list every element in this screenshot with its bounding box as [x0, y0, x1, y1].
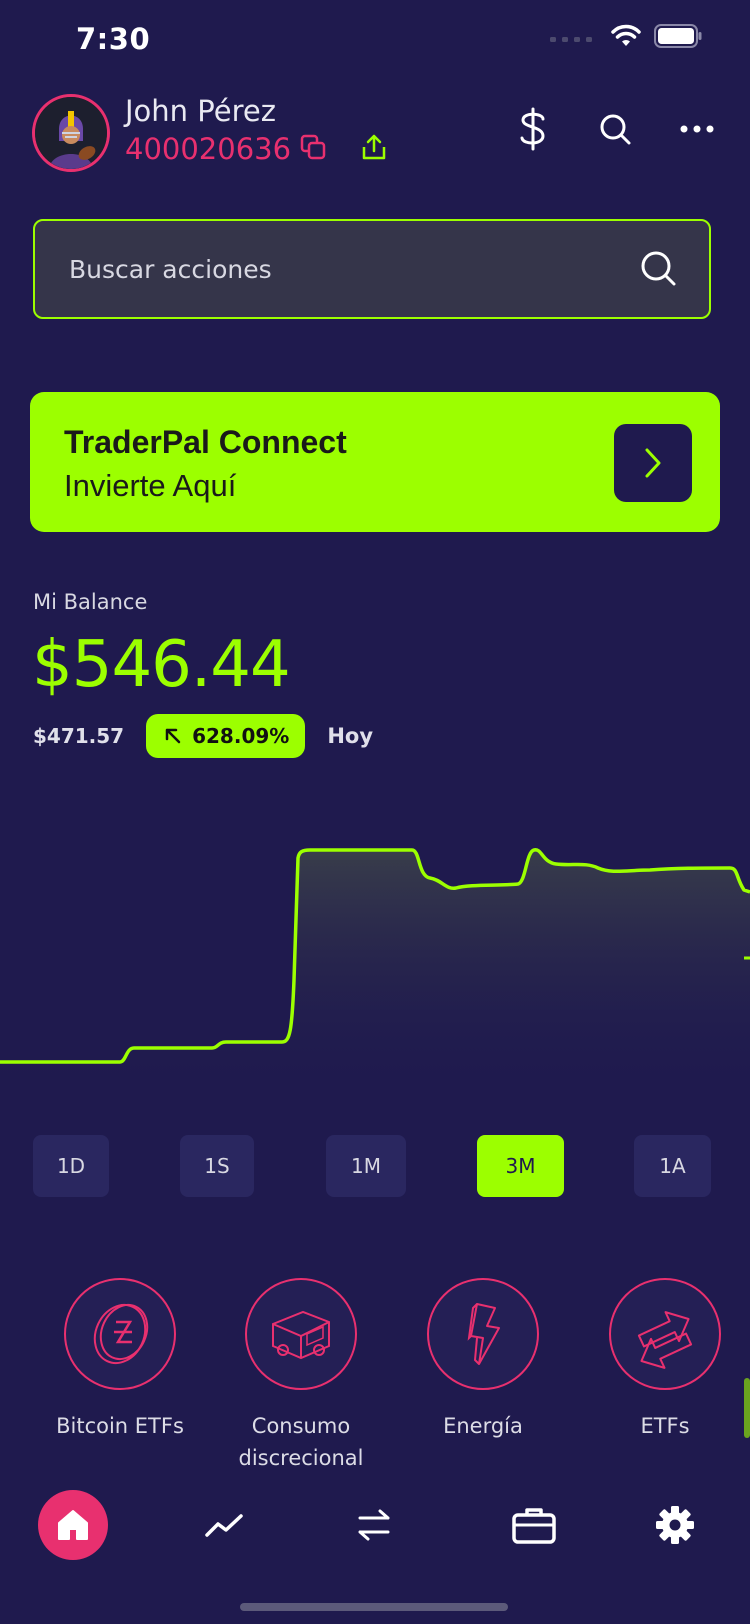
copy-icon[interactable] — [299, 133, 327, 165]
status-bar: 7:30 — [0, 0, 750, 80]
category-label: Bitcoin ETFs — [56, 1414, 184, 1438]
promo-subtitle: Invierte Aquí — [64, 468, 237, 503]
search-icon[interactable] — [639, 249, 677, 291]
range-selector: 1D 1S 1M 3M 1A — [33, 1135, 711, 1197]
category-consumo-discrecional[interactable]: Consumo discrecional — [211, 1278, 391, 1474]
dollar-button[interactable] — [512, 107, 554, 151]
account-id: 400020636 — [125, 132, 292, 166]
more-dots-icon — [680, 125, 714, 133]
status-time: 7:30 — [76, 22, 151, 56]
promo-title: TraderPal Connect — [64, 424, 347, 460]
stock-search-bar — [33, 219, 711, 319]
share-icon[interactable] — [361, 133, 387, 165]
chevron-right-icon — [645, 448, 661, 478]
category-label: Energía — [443, 1414, 523, 1438]
balance-label: Mi Balance — [33, 590, 148, 614]
bitcoin-coin-icon — [93, 1303, 149, 1365]
range-3m-button[interactable]: 3M — [477, 1135, 564, 1197]
user-name: John Pérez — [125, 94, 276, 128]
search-input[interactable] — [69, 221, 629, 317]
category-bitcoin-etfs[interactable]: Bitcoin ETFs — [30, 1278, 210, 1442]
range-1m-button[interactable]: 1M — [326, 1135, 406, 1197]
gear-icon — [656, 1506, 694, 1544]
change-badge: 628.09% — [146, 714, 306, 758]
balance-value: $546.44 — [32, 628, 291, 702]
category-etfs[interactable]: ETFs — [575, 1278, 750, 1442]
tab-home[interactable] — [38, 1490, 108, 1560]
period-label: Hoy — [327, 724, 374, 748]
more-button[interactable] — [676, 108, 718, 150]
arrow-up-left-icon — [165, 728, 181, 744]
home-icon — [58, 1510, 88, 1540]
dollar-icon — [520, 107, 545, 151]
category-label: Consumo discrecional — [238, 1414, 364, 1470]
category-energia[interactable]: Energía — [393, 1278, 573, 1442]
category-list-scroll-indicator — [744, 1378, 750, 1438]
battery-icon — [654, 24, 702, 48]
category-label: ETFs — [640, 1414, 690, 1438]
football-player-avatar-icon — [35, 97, 107, 169]
promo-arrow-button[interactable] — [614, 424, 692, 502]
tab-settings[interactable] — [640, 1490, 710, 1560]
home-indicator — [240, 1603, 508, 1611]
search-icon — [600, 114, 631, 145]
wifi-icon — [611, 24, 641, 46]
briefcase-icon — [512, 1508, 556, 1544]
search-button[interactable] — [594, 108, 636, 150]
range-1d-button[interactable]: 1D — [33, 1135, 109, 1197]
delivery-truck-icon — [272, 1310, 330, 1360]
avatar[interactable] — [32, 94, 110, 172]
lightning-bolt-icon — [467, 1303, 500, 1365]
category-list: Bitcoin ETFs Consumo discrecional Energí… — [0, 1278, 750, 1478]
tab-markets[interactable] — [189, 1490, 259, 1560]
profile-header: John Pérez 400020636 — [32, 94, 718, 174]
tab-portfolio[interactable] — [499, 1490, 569, 1560]
range-1a-button[interactable]: 1A — [634, 1135, 711, 1197]
range-1s-button[interactable]: 1S — [180, 1135, 254, 1197]
traderpal-connect-banner[interactable]: TraderPal Connect Invierte Aquí — [30, 392, 720, 532]
balance-chart[interactable] — [0, 820, 750, 1100]
bottom-tab-bar — [0, 1490, 750, 1572]
cellular-signal-icon — [550, 37, 592, 42]
arrows-exchange-icon — [637, 1311, 693, 1369]
change-percent: 628.09% — [192, 724, 290, 748]
tab-transfers[interactable] — [339, 1490, 409, 1560]
transfer-arrows-icon — [358, 1509, 390, 1541]
trend-line-icon — [205, 1514, 243, 1537]
previous-balance: $471.57 — [33, 724, 125, 748]
